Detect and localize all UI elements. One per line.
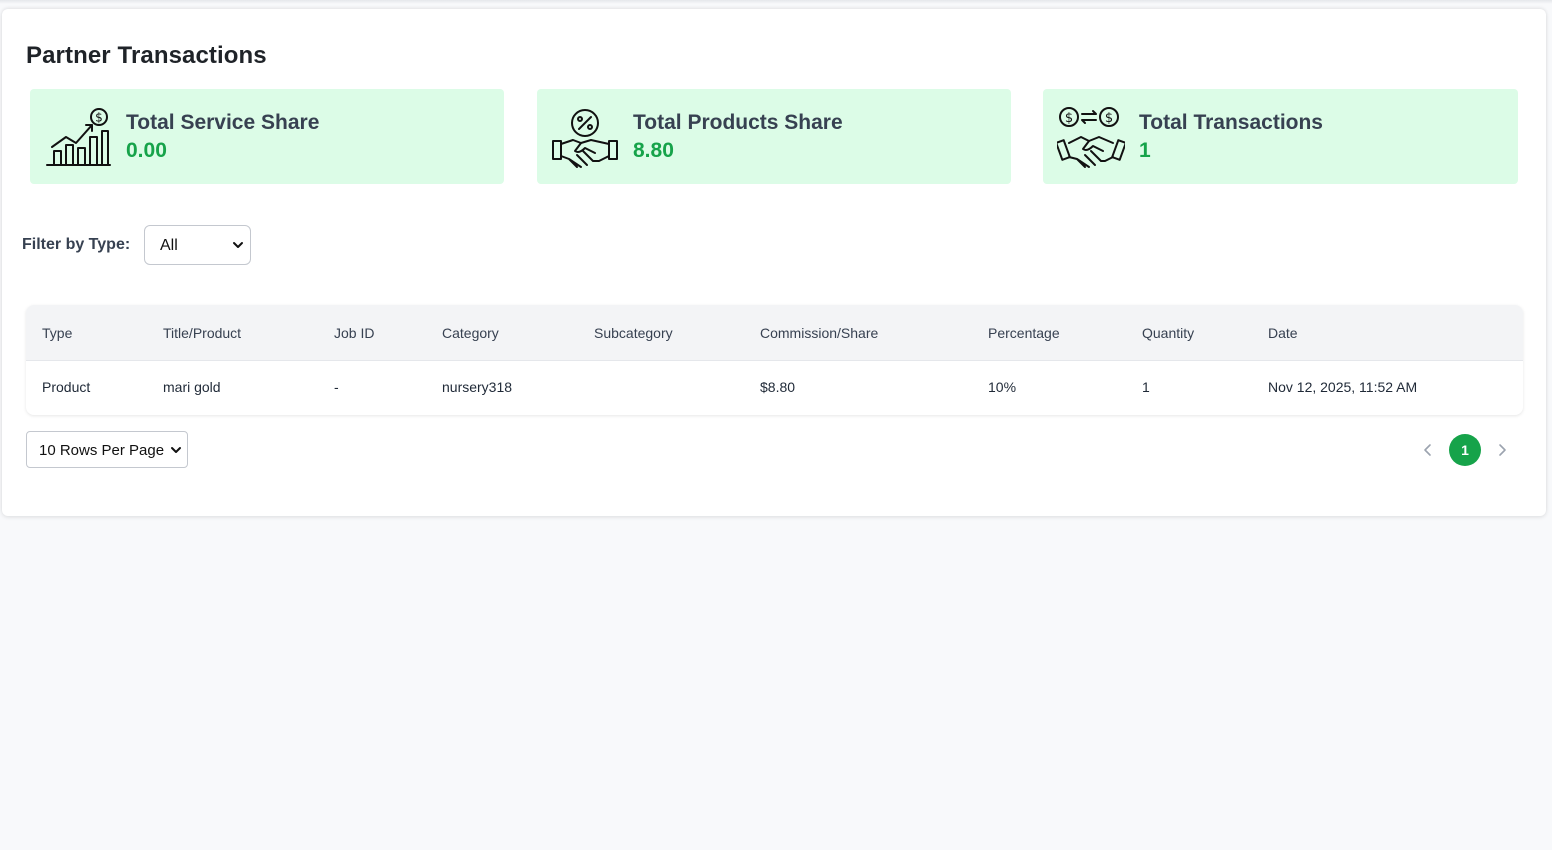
cell-category: nursery318 bbox=[442, 379, 513, 395]
page-button-current[interactable]: 1 bbox=[1449, 434, 1481, 466]
type-filter-value: All bbox=[160, 237, 178, 254]
next-page-button[interactable] bbox=[1487, 434, 1519, 466]
cell-job-id: - bbox=[334, 379, 339, 395]
type-filter-select[interactable]: All bbox=[144, 225, 251, 265]
column-header-job-id: Job ID bbox=[334, 325, 375, 341]
transactions-table: Type Title/Product Job ID Category Subca… bbox=[26, 305, 1523, 415]
rows-per-page-value: 10 Rows Per Page bbox=[39, 442, 165, 459]
cell-percentage: 10% bbox=[988, 379, 1017, 395]
chevron-right-icon bbox=[1499, 444, 1506, 456]
top-strip bbox=[0, 0, 1552, 4]
growth-chart-dollar-icon: $ bbox=[46, 108, 111, 166]
svg-text:$: $ bbox=[1105, 111, 1113, 126]
chevron-down-icon bbox=[233, 242, 243, 248]
stat-value: 1 bbox=[1139, 139, 1151, 162]
chevron-down-icon bbox=[171, 447, 181, 453]
column-header-percentage: Percentage bbox=[988, 325, 1060, 341]
transactions-card: Partner Transactions $ Total Service Sha… bbox=[2, 9, 1546, 516]
table-row: Product mari gold - nursery318 $8.80 10%… bbox=[26, 361, 1523, 415]
stat-label: Total Products Share bbox=[633, 111, 843, 134]
column-header-category: Category bbox=[442, 325, 499, 341]
chevron-left-icon bbox=[1424, 444, 1431, 456]
previous-page-button[interactable] bbox=[1411, 434, 1443, 466]
cell-quantity: 1 bbox=[1142, 379, 1150, 395]
svg-text:$: $ bbox=[1065, 111, 1073, 126]
stat-label: Total Transactions bbox=[1139, 111, 1323, 134]
column-header-title-product: Title/Product bbox=[163, 325, 242, 341]
column-header-subcategory: Subcategory bbox=[594, 325, 673, 341]
cell-title-product: mari gold bbox=[163, 379, 221, 395]
column-header-quantity: Quantity bbox=[1142, 325, 1195, 341]
stat-card-service-share: $ Total Service Share 0.00 bbox=[30, 89, 504, 184]
cell-type: Product bbox=[42, 379, 91, 395]
stat-label: Total Service Share bbox=[126, 111, 320, 134]
column-header-type: Type bbox=[42, 325, 73, 341]
filter-label: Filter by Type: bbox=[22, 236, 131, 253]
handshake-exchange-icon: $ $ bbox=[1057, 107, 1125, 168]
stat-card-total-transactions: $ $ Total Transactions 1 bbox=[1043, 89, 1518, 184]
table-header: Type Title/Product Job ID Category Subca… bbox=[26, 305, 1523, 361]
cell-date: Nov 12, 2025, 11:52 AM bbox=[1268, 379, 1418, 395]
page-title: Partner Transactions bbox=[26, 42, 267, 69]
column-header-date: Date bbox=[1268, 325, 1298, 341]
stat-value: 8.80 bbox=[633, 139, 674, 162]
stat-value: 0.00 bbox=[126, 139, 167, 162]
rows-per-page-select[interactable]: 10 Rows Per Page bbox=[26, 431, 188, 468]
column-header-commission-share: Commission/Share bbox=[760, 325, 879, 341]
svg-text:$: $ bbox=[95, 111, 103, 125]
stat-card-products-share: Total Products Share 8.80 bbox=[537, 89, 1011, 184]
handshake-percent-icon bbox=[552, 109, 618, 168]
cell-commission-share: $8.80 bbox=[760, 379, 796, 395]
